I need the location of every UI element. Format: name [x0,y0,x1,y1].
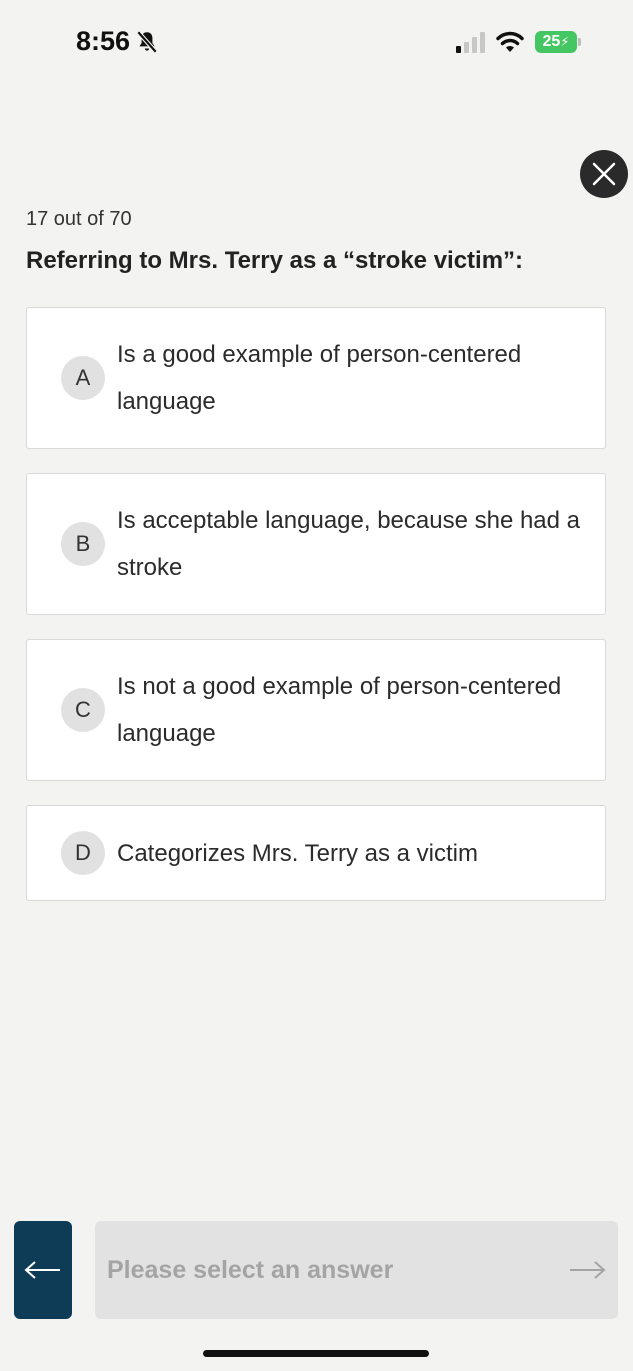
quiz-screen: 8:56 25 ⚡ 17 out of 70 Referring to Mrs.… [0,0,633,1371]
option-letter-badge: D [61,831,105,875]
question-counter: 17 out of 70 [26,208,132,230]
bell-slash-icon [136,30,158,53]
status-time-text: 8:56 [76,26,131,56]
option-text: Categorizes Mrs. Terry as a victim [117,839,478,867]
answer-option-b[interactable]: B Is acceptable language, because she ha… [26,473,606,615]
arrow-left-icon [24,1261,60,1279]
option-letter-badge: B [61,522,105,566]
wifi-icon [496,31,524,52]
option-letter-badge: A [61,356,105,400]
status-time: 8:56 [76,26,160,57]
close-icon [592,162,616,186]
next-button-label: Please select an answer [107,1255,394,1284]
cellular-signal-icon [456,31,485,53]
question-text: Referring to Mrs. Terry as a “stroke vic… [26,247,524,274]
answer-option-d[interactable]: D Categorizes Mrs. Terry as a victim [26,805,606,901]
home-indicator [203,1350,429,1357]
answer-option-c[interactable]: C Is not a good example of person-center… [26,639,606,781]
battery-charging-icon: 25 ⚡ [535,31,581,53]
battery-level: 25 [542,33,561,50]
next-button[interactable]: Please select an answer [95,1221,618,1319]
arrow-right-icon [570,1261,606,1279]
answer-options: A Is a good example of person-centered l… [26,307,606,925]
option-text: Is a good example of person-centered lan… [117,341,522,415]
option-letter-badge: C [61,688,105,732]
option-text: Is not a good example of person-centered… [117,673,562,747]
back-button[interactable] [14,1221,72,1319]
option-text: Is acceptable language, because she had … [117,507,581,581]
status-indicators: 25 ⚡ [456,30,581,54]
answer-option-a[interactable]: A Is a good example of person-centered l… [26,307,606,449]
close-button[interactable] [580,150,628,198]
